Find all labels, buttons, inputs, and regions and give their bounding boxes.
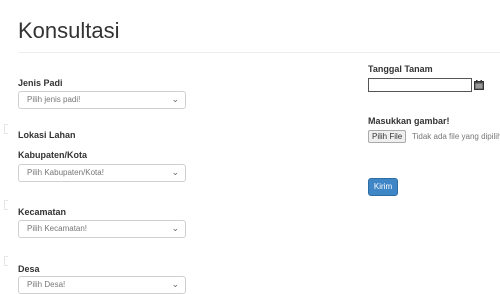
chevron-down-icon: ⌄ — [171, 94, 179, 104]
choose-file-button[interactable]: Pilih File — [368, 130, 407, 143]
lokasi-lahan-label: Lokasi Lahan — [18, 130, 76, 140]
submit-button[interactable]: Kirim — [368, 178, 398, 196]
page-title: Konsultasi — [18, 18, 120, 43]
file-status-text: Tidak ada file yang dipilih — [412, 132, 500, 141]
jenis-padi-label: Jenis Padi — [18, 78, 63, 88]
bracket-mark — [4, 256, 8, 266]
chevron-down-icon: ⌄ — [171, 167, 179, 177]
kabupaten-select-value: Pilih Kabupaten/Kota! — [27, 168, 104, 177]
calendar-icon[interactable] — [474, 80, 484, 90]
chevron-down-icon: ⌄ — [171, 279, 179, 289]
title-divider — [18, 52, 500, 53]
kabupaten-label: Kabupaten/Kota — [18, 150, 88, 160]
bracket-mark — [4, 200, 8, 210]
kabupaten-select[interactable]: Pilih Kabupaten/Kota! ⌄ — [18, 164, 186, 182]
jenis-padi-select[interactable]: Pilih jenis padi! ⌄ — [18, 91, 186, 109]
bracket-mark — [4, 124, 8, 134]
chevron-down-icon: ⌄ — [171, 223, 179, 233]
kecamatan-select[interactable]: Pilih Kecamatan! ⌄ — [18, 220, 186, 238]
gambar-label: Masukkan gambar! — [368, 116, 450, 126]
jenis-padi-select-value: Pilih jenis padi! — [27, 95, 81, 104]
desa-label: Desa — [18, 264, 40, 274]
tanggal-tanam-input[interactable] — [368, 78, 472, 92]
kecamatan-label: Kecamatan — [18, 207, 67, 217]
desa-select-value: Pilih Desa! — [27, 280, 66, 289]
kecamatan-select-value: Pilih Kecamatan! — [27, 224, 88, 233]
desa-select[interactable]: Pilih Desa! ⌄ — [18, 276, 186, 294]
tanggal-tanam-label: Tanggal Tanam — [368, 64, 433, 74]
